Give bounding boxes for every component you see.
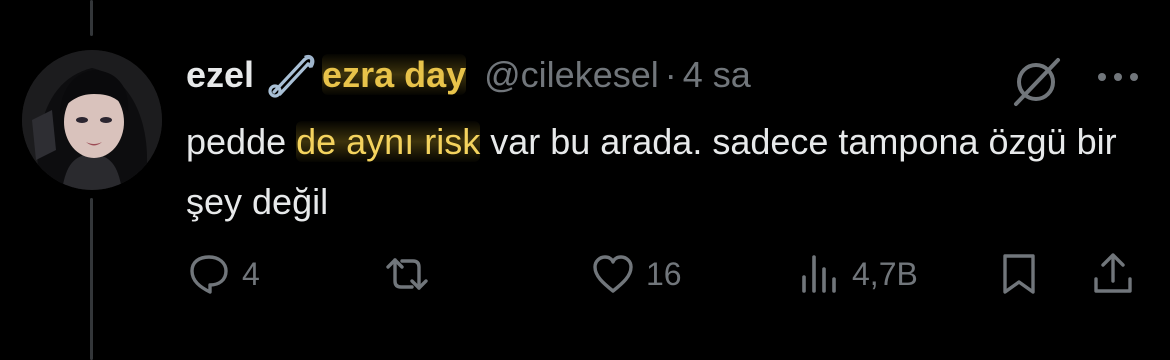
bookmark-icon: [1003, 254, 1035, 294]
tweet-text-before: pedde: [186, 121, 297, 162]
share-button[interactable]: [1090, 248, 1136, 300]
tweet-text-highlight: de aynı risk: [296, 121, 481, 162]
reply-button[interactable]: 4: [186, 248, 260, 300]
like-button[interactable]: 16: [590, 248, 682, 300]
avatar[interactable]: [22, 50, 162, 190]
display-name-highlighted[interactable]: ezra day: [322, 52, 467, 98]
reply-icon: [190, 255, 228, 294]
display-name-text: ezel: [186, 54, 255, 95]
like-count: 16: [646, 255, 682, 292]
views-icon: [802, 255, 836, 293]
more-icon[interactable]: [1092, 64, 1144, 90]
views-button[interactable]: 4,7B: [796, 248, 918, 300]
thread-line-top: [90, 0, 93, 36]
bookmark-button[interactable]: [996, 248, 1042, 300]
tweet-time[interactable]: 4 sa: [683, 52, 751, 98]
user-handle[interactable]: @cilekesel: [484, 52, 659, 98]
like-icon: [593, 255, 633, 293]
tweet-header: ezel ezra day @cilekesel · 4 sa: [186, 52, 751, 98]
thread-line-bottom: [90, 198, 93, 360]
share-icon: [1094, 253, 1132, 293]
avatar-image: [22, 50, 162, 190]
grok-icon[interactable]: [1008, 54, 1064, 110]
display-name-highlight: ezra day: [322, 54, 467, 95]
reply-count: 4: [242, 255, 260, 292]
tweet-text: pedde de aynı risk var bu arada. sadece …: [186, 112, 1146, 232]
views-count: 4,7B: [852, 255, 918, 292]
safety-pin-icon: [268, 54, 315, 98]
display-name[interactable]: ezel: [186, 52, 254, 98]
header-separator: ·: [664, 54, 677, 95]
retweet-icon: [386, 258, 428, 290]
tweet-page: ezel ezra day @cilekesel · 4 sa pedde de…: [0, 0, 1170, 360]
retweet-button[interactable]: [384, 248, 440, 300]
